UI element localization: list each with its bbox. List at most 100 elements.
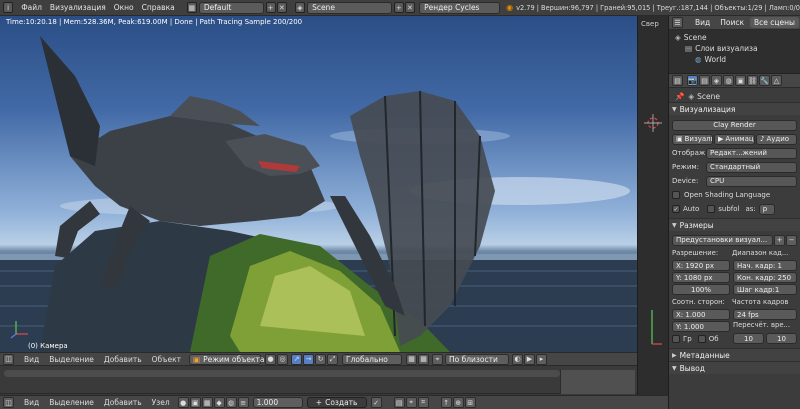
outliner-menu-search[interactable]: Поиск	[716, 17, 748, 28]
border-checkbox[interactable]	[672, 334, 680, 343]
editor-type-icon[interactable]: ◫	[3, 353, 14, 365]
outliner-item-world[interactable]: ◍ World	[669, 54, 800, 65]
outliner-menu-view[interactable]: Вид	[691, 17, 714, 28]
outliner-item-render-layers[interactable]: ▤ Слои визуализа	[669, 43, 800, 54]
info-editor-icon[interactable]: i	[3, 2, 14, 13]
world-tab-icon[interactable]: ◍	[723, 75, 734, 86]
shading-mode-icon[interactable]: ●	[265, 353, 276, 365]
frame-value-field[interactable]: 1.000	[252, 397, 303, 408]
modifiers-tab-icon[interactable]: 🔧	[759, 75, 770, 86]
backdrop-icon[interactable]: ▤	[393, 397, 405, 408]
layer-grid-icon-2[interactable]: ▦	[418, 353, 429, 365]
transform-orientation-select[interactable]: Глобально	[342, 353, 402, 365]
outliner-editor-icon[interactable]: ☰	[672, 17, 683, 28]
render-presets-select[interactable]: Предустановки визуал...	[672, 234, 773, 246]
data-tab-icon[interactable]: △	[771, 75, 782, 86]
node-menu-add[interactable]: Добавить	[104, 398, 142, 407]
scene-tab-icon[interactable]: ◈	[711, 75, 722, 86]
outliner-item-scene[interactable]: ◈ Scene	[669, 32, 800, 43]
snap-node-icon[interactable]: ⌖	[405, 397, 417, 408]
frame-rate-select[interactable]: 24 fps	[733, 309, 797, 320]
as-field[interactable]: p	[758, 203, 775, 215]
opengl-anim-icon[interactable]: ▸	[536, 353, 547, 365]
remap-old-field[interactable]: 10	[733, 333, 764, 344]
scale-icon[interactable]: ⤢	[327, 353, 338, 365]
render-layers-tab-icon[interactable]: ▤	[699, 75, 710, 86]
rotate-icon[interactable]: ↻	[315, 353, 326, 365]
vp-menu-object[interactable]: Объект	[152, 355, 181, 364]
menu-file[interactable]: Файл	[21, 3, 42, 12]
add-layout-icon[interactable]: +	[265, 2, 276, 13]
compositor-tree-icon[interactable]: ▣	[189, 397, 201, 408]
properties-editor-icon[interactable]: ▤	[672, 75, 683, 86]
add-scene-icon[interactable]: +	[393, 2, 404, 13]
frame-step-field[interactable]: Шаг кадр:1	[733, 284, 797, 295]
object-shader-icon[interactable]: ◆	[213, 397, 225, 408]
frame-start-field[interactable]: Нач. кадр: 1	[733, 260, 797, 271]
go-parent-icon[interactable]: ↑	[440, 397, 452, 408]
node-menu-node[interactable]: Узел	[152, 398, 170, 407]
display-select[interactable]: Редакт...жений	[706, 147, 797, 159]
osl-checkbox[interactable]	[672, 191, 680, 199]
frame-end-field[interactable]: Кон. кадр: 250	[733, 272, 797, 283]
snap-element-select[interactable]: По близости	[445, 353, 509, 365]
outliner-display-mode[interactable]: Все сцены	[749, 17, 799, 28]
shader-tree-icon[interactable]: ●	[177, 397, 189, 408]
device-select[interactable]: CPU	[706, 175, 797, 187]
node-menu-select[interactable]: Выделение	[49, 398, 94, 407]
line-style-icon[interactable]: ≡	[237, 397, 249, 408]
3d-viewport[interactable]: Time:10:20.18 | Mem:528.36M, Peak:619.00…	[0, 16, 637, 352]
pin-icon[interactable]: 📌	[675, 92, 684, 101]
aspect-x-field[interactable]: X: 1.000	[672, 309, 730, 320]
resolution-x-field[interactable]: X: 1920 px	[672, 260, 730, 271]
menu-help[interactable]: Справка	[142, 3, 175, 12]
render-section-header[interactable]: ▼ Визуализация	[669, 102, 800, 115]
texture-tree-icon[interactable]: ▦	[201, 397, 213, 408]
snap-toggle-icon[interactable]: ⌖	[432, 353, 443, 365]
feature-set-select[interactable]: Стандартный	[706, 161, 797, 173]
subfol-checkbox[interactable]	[707, 205, 716, 213]
dimensions-section-header[interactable]: ▼ Размеры	[669, 218, 800, 231]
resolution-percentage-field[interactable]: 100%	[672, 284, 730, 295]
link-icon[interactable]: ⊕	[452, 397, 464, 408]
scene-field[interactable]: Scene	[307, 1, 392, 14]
remove-layout-icon[interactable]: ✕	[276, 2, 287, 13]
layer-grid-icon[interactable]: ▦	[406, 353, 417, 365]
remove-preset-icon[interactable]: −	[786, 234, 797, 246]
remap-new-field[interactable]: 10	[766, 333, 797, 344]
screen-layout-field[interactable]: Default	[198, 1, 264, 14]
vp-menu-view[interactable]: Вид	[24, 355, 39, 364]
output-section-header[interactable]: ▼ Вывод	[669, 361, 800, 374]
render-engine-select[interactable]: Рендер Cycles	[419, 1, 501, 14]
screen-layout-icon[interactable]: ▦	[186, 2, 197, 13]
use-nodes-icon[interactable]: ✓	[370, 397, 382, 408]
constraints-tab-icon[interactable]: ⛓	[747, 75, 758, 86]
aspect-y-field[interactable]: Y: 1.000	[672, 321, 730, 332]
crop-checkbox[interactable]	[697, 334, 706, 343]
vp-menu-select[interactable]: Выделение	[49, 355, 94, 364]
render-animation-button[interactable]: ▶ Анимац	[714, 133, 755, 145]
interaction-mode-select[interactable]: ▣ Режим объекта	[189, 353, 265, 365]
node-menu-view[interactable]: Вид	[24, 398, 39, 407]
render-image-button[interactable]: ▣ Визуали	[672, 133, 713, 145]
manipulator-toggle-icon[interactable]: ↗	[291, 353, 302, 365]
render-audio-button[interactable]: ♪ Аудио	[756, 133, 797, 145]
pivot-point-icon[interactable]: ◎	[277, 353, 288, 365]
render-tab-icon[interactable]: 📷	[687, 75, 698, 86]
scene-icon[interactable]: ◈	[294, 2, 306, 13]
object-tab-icon[interactable]: ▣	[735, 75, 746, 86]
metadata-section-header[interactable]: ▶ Метаданные	[669, 348, 800, 361]
add-preset-icon[interactable]: +	[774, 234, 785, 246]
vp-menu-add[interactable]: Добавить	[104, 355, 142, 364]
node-nav-icon[interactable]: ⊞	[464, 397, 476, 408]
menu-render[interactable]: Визуализация	[50, 3, 106, 12]
create-material-button[interactable]: + Создать	[306, 397, 367, 408]
node-pin-icon[interactable]: ⌗	[417, 397, 429, 408]
translate-icon[interactable]: →	[303, 353, 314, 365]
clay-render-button[interactable]: Clay Render	[672, 119, 797, 131]
timeline-scrollbar[interactable]	[4, 370, 560, 377]
resolution-y-field[interactable]: Y: 1080 px	[672, 272, 730, 283]
remove-scene-icon[interactable]: ✕	[404, 2, 416, 13]
world-shader-icon[interactable]: ◍	[225, 397, 237, 408]
menu-window[interactable]: Окно	[114, 3, 134, 12]
